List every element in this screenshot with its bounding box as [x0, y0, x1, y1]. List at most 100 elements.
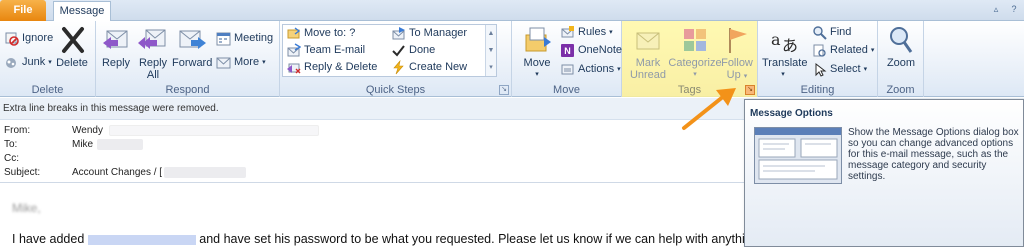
to-manager-icon	[391, 26, 406, 41]
follow-up-label-2-row: Up ▾	[720, 69, 754, 83]
ribbon-tab-bar: File Message ▵ ?	[0, 0, 1024, 22]
team-email-icon	[286, 43, 302, 58]
reply-label: Reply	[101, 57, 131, 69]
quick-steps-scrollbar[interactable]: ▲ ▼ ▾	[485, 25, 496, 76]
meeting-button[interactable]: Meeting	[216, 30, 273, 47]
ignore-label: Ignore	[22, 32, 54, 44]
related-button[interactable]: Related ▾	[812, 42, 874, 59]
tab-file[interactable]: File	[0, 0, 46, 21]
group-label-delete: Delete	[31, 84, 64, 96]
move-label: Move	[523, 57, 551, 69]
find-icon	[812, 25, 827, 40]
group-label-editing: Editing	[800, 84, 835, 96]
select-button[interactable]: Select ▾	[812, 61, 867, 78]
group-label-respond: Respond	[165, 84, 210, 96]
reply-all-label-2: All	[146, 69, 160, 81]
quick-step-label: To Manager	[409, 27, 468, 39]
follow-up-label-1: Follow	[721, 57, 753, 69]
help-icon[interactable]: ?	[1008, 3, 1020, 15]
rules-icon	[560, 25, 575, 40]
delete-icon	[56, 25, 88, 55]
follow-up-button[interactable]: Follow Up ▾	[720, 25, 754, 83]
group-label-move: Move	[553, 84, 580, 96]
mark-unread-label-1: Mark	[635, 57, 661, 69]
reply-icon	[100, 25, 132, 55]
svg-text:a: a	[771, 30, 781, 49]
quick-step-move-to[interactable]: Move to: ?	[286, 25, 355, 42]
body-text-pre: I have added	[12, 232, 85, 246]
redacted-lastname	[97, 139, 144, 150]
forward-label: Forward	[172, 57, 213, 69]
body-line: I have added and have set his password t…	[12, 232, 752, 246]
cc-row: Cc:	[4, 153, 72, 167]
cc-label: Cc:	[4, 153, 19, 164]
select-cursor-icon	[812, 62, 827, 77]
quick-step-reply-delete[interactable]: Reply & Delete	[286, 59, 377, 76]
categorize-button[interactable]: Categorize ▾	[668, 25, 722, 81]
reply-all-button[interactable]: Reply All	[136, 25, 170, 81]
to-row: To: Mike	[4, 139, 144, 153]
quick-steps-dialog-launcher[interactable]: ↘	[499, 85, 509, 95]
zoom-magnifier-icon	[885, 25, 917, 55]
translate-icon: aあ	[767, 25, 799, 55]
junk-button[interactable]: Junk ▾	[4, 54, 52, 71]
more-button[interactable]: More ▾	[216, 54, 266, 71]
reply-button[interactable]: Reply	[100, 25, 132, 69]
onenote-label: OneNote	[578, 44, 623, 56]
translate-label: Translate	[762, 57, 808, 69]
quick-step-done[interactable]: Done	[391, 42, 435, 59]
chevron-down-icon: ▾	[870, 47, 875, 54]
find-button[interactable]: Find	[812, 24, 851, 41]
translate-button[interactable]: aあ Translate ▾	[762, 25, 808, 81]
onenote-button[interactable]: N OneNote	[560, 42, 622, 59]
subject-value: Account Changes / [	[72, 167, 163, 178]
reply-delete-icon	[286, 60, 301, 75]
group-editing: aあ Translate ▾ Find Related ▾ Select ▾ E…	[758, 21, 878, 97]
onenote-icon: N	[560, 43, 575, 58]
chevron-down-icon: ▾	[609, 29, 613, 36]
group-quick-steps: Move to: ? Team E-mail Reply & Delete To…	[280, 21, 512, 97]
to-value[interactable]: Mike	[72, 139, 93, 153]
message-options-tooltip: Message Options Show the Message Options…	[744, 99, 1024, 247]
quick-step-label: Done	[409, 44, 436, 56]
quick-step-create-new[interactable]: Create New	[391, 59, 467, 76]
mark-unread-button[interactable]: Mark Unread	[626, 25, 670, 81]
quick-step-team-email[interactable]: Team E-mail	[286, 42, 365, 59]
related-icon	[812, 43, 827, 58]
message-options-dialog-launcher[interactable]: ↘	[745, 85, 755, 95]
zoom-button[interactable]: Zoom	[882, 25, 920, 69]
rules-button[interactable]: Rules ▾	[560, 24, 613, 41]
junk-icon	[4, 55, 19, 70]
meeting-label: Meeting	[234, 32, 274, 44]
redacted-ticket	[164, 167, 247, 178]
forward-button[interactable]: Forward	[172, 25, 212, 69]
redacted-link[interactable]	[87, 234, 196, 245]
move-to-folder-icon	[286, 26, 301, 41]
delete-button[interactable]: Delete	[54, 25, 90, 69]
zoom-label: Zoom	[886, 57, 916, 69]
flag-icon	[721, 25, 753, 55]
more-label: More	[234, 56, 260, 68]
annotation-arrow	[682, 88, 736, 130]
quick-step-to-manager[interactable]: To Manager	[391, 25, 467, 42]
calendar-icon	[216, 31, 231, 46]
actions-button[interactable]: Actions ▾	[560, 61, 621, 78]
from-value[interactable]: Wendy	[72, 125, 103, 139]
dialog-preview-image	[754, 127, 842, 184]
ribbon-controls: ▵ ?	[990, 3, 1020, 15]
ignore-button[interactable]: Ignore	[4, 30, 53, 47]
quick-step-label: Team E-mail	[304, 44, 366, 56]
tab-message[interactable]: Message	[53, 1, 111, 22]
chevron-down-icon: ▾	[781, 71, 785, 78]
delete-label: Delete	[56, 57, 88, 69]
categorize-label: Categorize	[668, 57, 722, 69]
quick-steps-gallery: Move to: ? Team E-mail Reply & Delete To…	[282, 24, 497, 77]
move-button[interactable]: Move ▾	[520, 25, 554, 81]
related-label: Related	[830, 44, 868, 56]
body-greeting: Mike,	[12, 201, 41, 215]
chevron-down-icon: ▾	[262, 59, 266, 66]
message-body[interactable]: Mike, I have added and have set his pass…	[0, 182, 752, 247]
chevron-down-icon: ▾	[693, 71, 697, 78]
ignore-icon	[4, 31, 19, 46]
minimize-ribbon-icon[interactable]: ▵	[990, 3, 1002, 15]
